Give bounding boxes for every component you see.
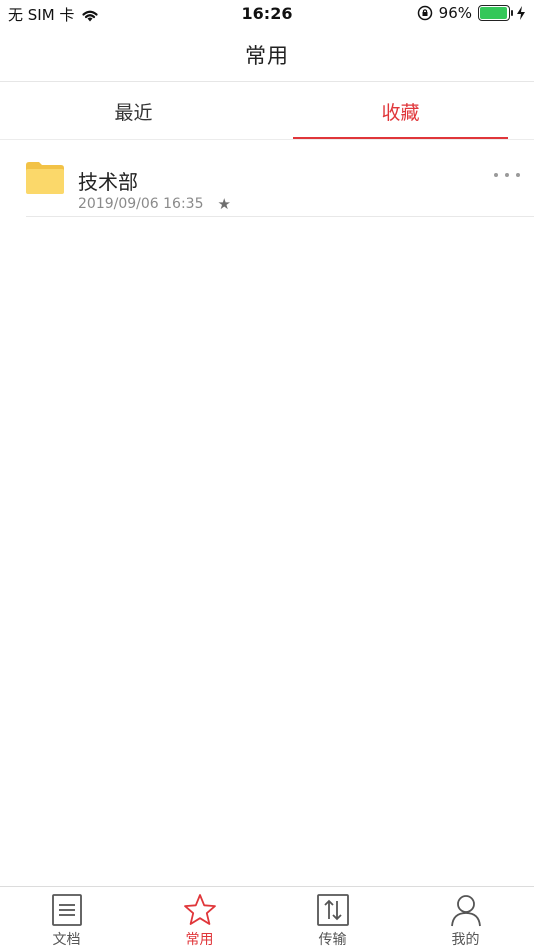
tab-bar-item-documents[interactable]: 文档: [0, 887, 133, 950]
tab-bar-label: 文档: [52, 932, 81, 948]
active-tab-indicator: [293, 137, 508, 139]
battery-fill: [480, 7, 507, 19]
list-item[interactable]: 技术部 2019/09/06 16:35 ★: [0, 140, 534, 217]
status-right: 96%: [417, 4, 526, 22]
status-bar: 无 SIM 卡 16:26 96%: [0, 0, 534, 28]
divider: [26, 216, 534, 217]
star-icon: [183, 894, 216, 925]
tab-bar: 文档 常用 传输 我的: [0, 886, 534, 950]
tab-bar-label: 我的: [451, 932, 480, 948]
item-title: 技术部: [78, 170, 138, 194]
tab-bar-item-transfer[interactable]: 传输: [266, 887, 399, 950]
more-options-icon[interactable]: [494, 170, 520, 180]
orientation-lock-icon: [417, 5, 432, 21]
segment-tabs: 最近 收藏: [0, 82, 534, 140]
screen: 无 SIM 卡 16:26 96% 常用 最近 收藏 技术部 2019/09/0…: [0, 0, 534, 950]
item-meta: 2019/09/06 16:35 ★: [78, 195, 231, 213]
charging-bolt-icon: [517, 6, 525, 20]
item-date: 2019/09/06 16:35: [78, 196, 204, 212]
starred-icon: ★: [217, 195, 231, 213]
battery-percent: 96%: [438, 4, 472, 22]
document-icon: [51, 894, 82, 926]
nav-bar: 常用: [0, 28, 534, 82]
tab-bar-item-me[interactable]: 我的: [399, 887, 532, 950]
tab-bar-label: 常用: [185, 932, 214, 948]
folder-icon: [26, 162, 64, 194]
transfer-icon: [316, 894, 349, 926]
page-title: 常用: [245, 43, 289, 68]
tab-recent[interactable]: 最近: [26, 82, 241, 140]
person-icon: [450, 895, 481, 927]
tab-bar-label: 传输: [318, 932, 347, 948]
battery-icon: [478, 5, 513, 21]
tab-favorites[interactable]: 收藏: [293, 82, 508, 140]
tab-bar-item-favorites[interactable]: 常用: [133, 887, 266, 950]
